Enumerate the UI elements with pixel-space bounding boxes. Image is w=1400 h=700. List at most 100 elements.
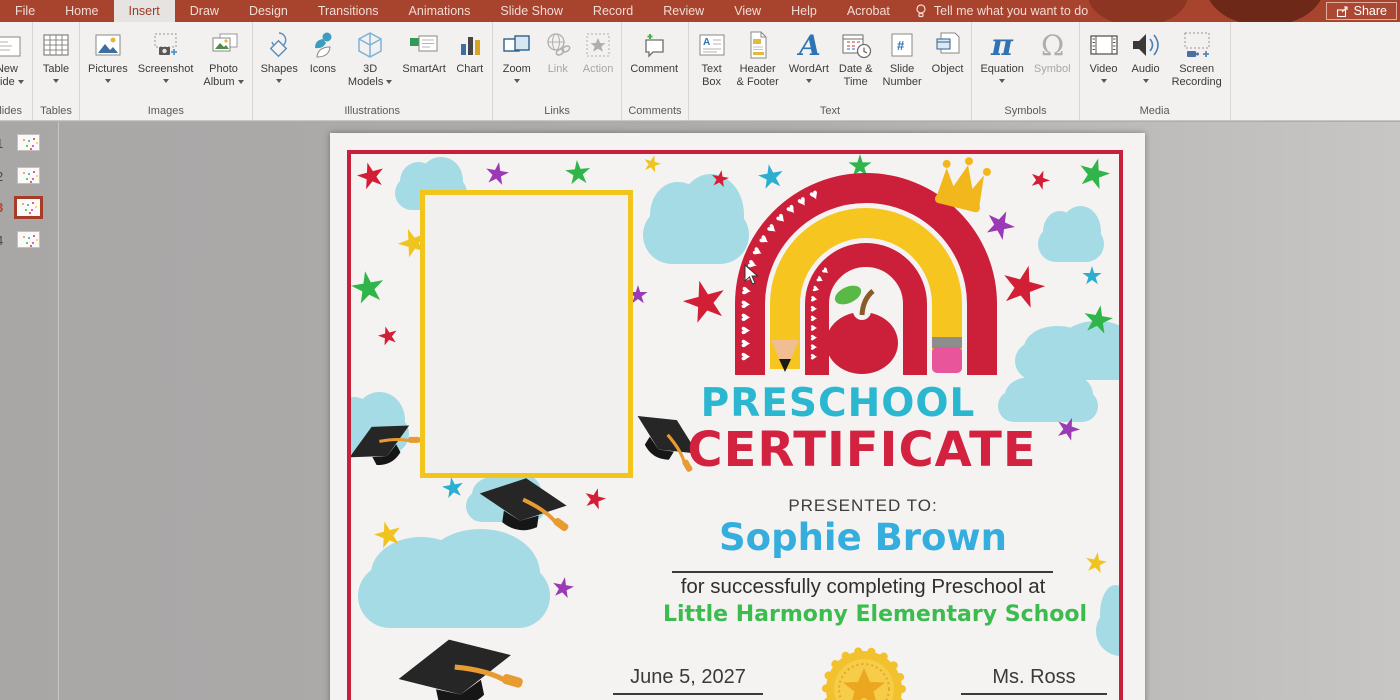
tab-view[interactable]: View [719, 0, 776, 22]
school-name[interactable]: Little Harmony Elementary School [663, 602, 1063, 627]
symbol-label: Symbol [1034, 63, 1071, 76]
object-label: Object [932, 63, 964, 76]
screen-recording-button[interactable]: Screen Recording [1167, 25, 1227, 88]
icons-icon [308, 30, 338, 60]
certificate-title-preschool[interactable]: PRESCHOOL [638, 381, 1038, 426]
new-slide-label-2: Slide [0, 76, 15, 88]
link-button[interactable]: Link [538, 25, 578, 76]
chevron-down-icon [1143, 79, 1149, 83]
smartart-button[interactable]: SmartArt [397, 25, 450, 76]
group-label-links: Links [493, 104, 622, 120]
ribbon: New Slide Slides Table Tables Pictures [0, 22, 1400, 121]
slide-canvas[interactable]: ♥ ♥ ♥ ♥ ♥ ♥ ♥ ♥ ♥ ♥ ♥ ♥ ♥ ♥ ♥ ♥ ♥ ♥ ♥ ♥ … [330, 133, 1145, 700]
ribbon-group-illustrations: Shapes Icons 3D Models SmartArt Chart Il… [253, 22, 493, 120]
action-button[interactable]: Action [578, 25, 619, 76]
group-label-illustrations: Illustrations [253, 104, 492, 120]
star-icon [582, 486, 609, 513]
screenshot-label: Screenshot [138, 63, 194, 76]
text-box-button[interactable]: A Text Box [692, 25, 732, 88]
video-icon [1088, 31, 1120, 59]
certificate-title-certificate[interactable]: CERTIFICATE [638, 422, 1086, 478]
tab-slide-show[interactable]: Slide Show [485, 0, 578, 22]
icons-button[interactable]: Icons [303, 25, 343, 76]
photo-album-button[interactable]: Photo Album [198, 25, 248, 88]
audio-button[interactable]: Audio [1125, 25, 1167, 83]
graduation-cap-icon [382, 623, 536, 700]
teacher-name[interactable]: Ms. Ross [959, 666, 1109, 689]
textbox-a-glyph: A [703, 37, 710, 48]
header-footer-button[interactable]: Header & Footer [732, 25, 784, 88]
pictures-icon [93, 31, 123, 59]
smartart-label: SmartArt [402, 63, 445, 76]
chart-button[interactable]: Chart [451, 25, 489, 76]
table-button[interactable]: Table [36, 25, 76, 83]
tab-draw[interactable]: Draw [175, 0, 234, 22]
star-icon [376, 324, 400, 348]
date-time-label-2: Time [844, 76, 868, 89]
slide-thumbnail-2[interactable] [17, 167, 40, 184]
object-button[interactable]: Object [927, 25, 969, 76]
shapes-icon [264, 30, 294, 60]
tab-home[interactable]: Home [50, 0, 113, 22]
tell-me-box[interactable]: Tell me what you want to do [905, 0, 1088, 22]
chevron-down-icon [163, 79, 169, 83]
text-box-icon: A [697, 31, 727, 59]
certificate-date[interactable]: June 5, 2027 [613, 666, 763, 689]
comment-button[interactable]: Comment [625, 25, 683, 76]
star-icon [564, 159, 592, 187]
certificate-subtitle[interactable]: for successfully completing Preschool at [663, 575, 1063, 599]
slide-thumbnail-1[interactable] [17, 134, 40, 151]
tab-file[interactable]: File [0, 0, 50, 22]
tab-insert[interactable]: Insert [114, 0, 175, 22]
title-bar: File Home Insert Draw Design Transitions… [0, 0, 1400, 22]
equation-button[interactable]: π Equation [975, 25, 1028, 83]
screenshot-button[interactable]: Screenshot [133, 25, 199, 83]
slide-thumbnail-4[interactable] [17, 231, 40, 248]
slide-number-button[interactable]: # Slide Number [878, 25, 927, 88]
date-time-icon [840, 30, 872, 60]
zoom-button[interactable]: Zoom [496, 25, 538, 83]
tab-help[interactable]: Help [776, 0, 832, 22]
video-label: Video [1090, 63, 1118, 76]
cloud-shape [1038, 226, 1104, 262]
video-button[interactable]: Video [1083, 25, 1125, 83]
screenshot-icon [151, 31, 181, 59]
share-button[interactable]: Share [1326, 2, 1397, 20]
icons-label: Icons [310, 63, 336, 76]
ribbon-group-media: Video Audio Screen Recording Media [1080, 22, 1231, 120]
tab-record[interactable]: Record [578, 0, 648, 22]
ribbon-group-symbols: π Equation Ω Symbol Symbols [972, 22, 1079, 120]
text-box-label-1: Text [701, 63, 721, 76]
apple-icon [826, 312, 898, 374]
smartart-icon [408, 31, 440, 59]
tab-acrobat[interactable]: Acrobat [832, 0, 905, 22]
table-icon [41, 31, 71, 59]
presented-to-label[interactable]: PRESENTED TO: [663, 496, 1063, 516]
tab-review[interactable]: Review [648, 0, 719, 22]
3d-models-icon [355, 30, 385, 60]
pictures-label: Pictures [88, 63, 128, 76]
tab-animations[interactable]: Animations [394, 0, 486, 22]
slide-thumbnail-3-selected[interactable] [14, 196, 43, 219]
wordart-button[interactable]: A WordArt [784, 25, 834, 83]
shapes-button[interactable]: Shapes [256, 25, 303, 83]
recipient-name[interactable]: Sophie Brown [663, 516, 1063, 559]
zoom-label: Zoom [503, 63, 531, 76]
symbol-button[interactable]: Ω Symbol [1029, 25, 1076, 76]
chevron-down-icon [238, 80, 244, 84]
chevron-down-icon [53, 79, 59, 83]
zoom-icon [501, 31, 533, 59]
3d-models-button[interactable]: 3D Models [343, 25, 397, 88]
slide-number-label-2: Number [883, 76, 922, 89]
photo-placeholder[interactable] [420, 190, 633, 478]
pictures-button[interactable]: Pictures [83, 25, 133, 83]
date-time-button[interactable]: Date & Time [834, 25, 878, 88]
action-label: Action [583, 63, 614, 76]
symbol-icon: Ω [1041, 30, 1064, 60]
group-label-symbols: Symbols [972, 104, 1078, 120]
star-icon [483, 160, 511, 188]
tab-design[interactable]: Design [234, 0, 303, 22]
new-slide-button[interactable]: New Slide [0, 25, 29, 88]
tab-transitions[interactable]: Transitions [303, 0, 394, 22]
lightbulb-icon [915, 4, 927, 19]
